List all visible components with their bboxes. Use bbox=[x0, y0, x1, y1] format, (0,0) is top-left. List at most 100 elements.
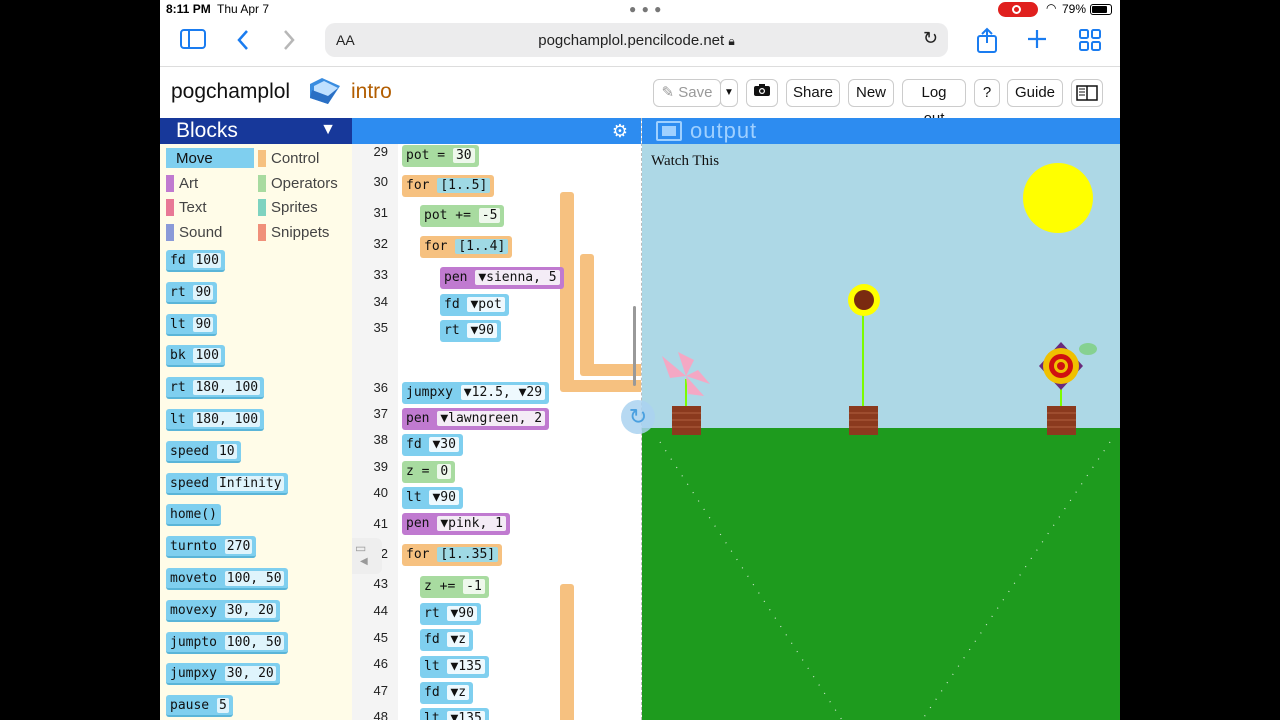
code-command: pot = bbox=[406, 148, 453, 163]
code-block-z[interactable]: z = 0 bbox=[402, 461, 456, 483]
code-block-pen[interactable]: pen ▼pink, 1 bbox=[402, 513, 510, 535]
dropdown-triangle-icon[interactable]: ▼ bbox=[320, 121, 336, 139]
code-block-fd[interactable]: fd ▼z bbox=[420, 682, 474, 704]
layout-toggle-button[interactable] bbox=[1071, 79, 1103, 107]
code-argument[interactable]: ▼90 bbox=[429, 490, 459, 505]
turtle-icon[interactable] bbox=[1079, 343, 1097, 355]
palette-block-home[interactable]: home() bbox=[166, 504, 221, 527]
new-tab-icon[interactable] bbox=[1027, 29, 1047, 53]
reload-icon[interactable]: ↻ bbox=[923, 28, 938, 49]
project-name[interactable]: intro bbox=[351, 80, 392, 104]
code-command: pen bbox=[406, 411, 438, 426]
code-argument[interactable]: ▼z bbox=[447, 632, 470, 647]
forward-icon[interactable] bbox=[282, 29, 296, 55]
code-argument[interactable]: ▼sienna, 5 bbox=[475, 270, 560, 285]
code-argument[interactable]: ▼135 bbox=[447, 711, 485, 720]
for-loop-footer bbox=[560, 380, 641, 392]
palette-block-pause[interactable]: pause 5 bbox=[166, 695, 233, 718]
screenshot-button[interactable] bbox=[746, 79, 778, 107]
code-block-for[interactable]: for [1..5] bbox=[402, 175, 495, 197]
palette-block-fd[interactable]: fd 100 bbox=[166, 250, 225, 272]
palette-block-rt[interactable]: rt 90 bbox=[166, 281, 218, 304]
code-block-pot[interactable]: pot += -5 bbox=[420, 205, 505, 227]
address-bar[interactable]: AA pogchamplol.pencilcode.net 🔒︎ ↻ bbox=[325, 23, 948, 57]
code-block-rt[interactable]: rt ▼90 bbox=[420, 603, 481, 625]
palette-toggle-tab[interactable]: ▭ ◀ bbox=[352, 538, 382, 574]
new-button[interactable]: New bbox=[848, 79, 894, 107]
code-argument[interactable]: ▼z bbox=[447, 685, 470, 700]
code-block-lt[interactable]: lt ▼135 bbox=[420, 656, 489, 678]
block-args: 100, 50 bbox=[224, 571, 284, 586]
code-argument[interactable]: ▼30 bbox=[429, 437, 459, 452]
code-argument[interactable]: 0 bbox=[437, 464, 452, 479]
battery-icon bbox=[1090, 4, 1112, 15]
block-command: jumpto bbox=[170, 634, 217, 650]
code-argument[interactable]: ▼pink, 1 bbox=[437, 516, 506, 531]
code-block-lt[interactable]: lt ▼90 bbox=[402, 487, 463, 509]
share-icon[interactable] bbox=[976, 27, 998, 57]
code-block-fd[interactable]: fd ▼z bbox=[420, 629, 474, 651]
screen-recording-icon[interactable] bbox=[998, 2, 1038, 17]
palette-block-rt[interactable]: rt 180, 100 bbox=[166, 377, 265, 400]
code-argument[interactable]: ▼lawngreen, 2 bbox=[437, 411, 546, 426]
category-label: Sprites bbox=[271, 199, 318, 216]
help-button[interactable]: ? bbox=[974, 79, 1000, 107]
palette-block-lt[interactable]: lt 90 bbox=[166, 313, 218, 336]
code-block-pen[interactable]: pen ▼sienna, 5 bbox=[440, 267, 564, 289]
code-argument[interactable]: [1..35] bbox=[437, 547, 499, 562]
blocks-header[interactable]: Blocks ▼ bbox=[160, 118, 352, 144]
palette-block-turnto[interactable]: turnto 270 bbox=[166, 536, 257, 559]
palette-block-moveto[interactable]: moveto 100, 50 bbox=[166, 568, 288, 590]
code-argument[interactable]: ▼12.5, ▼29 bbox=[460, 385, 546, 400]
turtle-canvas[interactable] bbox=[642, 144, 1120, 720]
code-argument[interactable]: [1..5] bbox=[437, 178, 491, 193]
palette-block-lt[interactable]: lt 180, 100 bbox=[166, 409, 265, 431]
code-block-fd[interactable]: fd ▼pot bbox=[440, 294, 509, 316]
back-icon[interactable] bbox=[236, 29, 250, 55]
save-button[interactable]: ✎ Save bbox=[653, 79, 721, 107]
code-block-pen[interactable]: pen ▼lawngreen, 2 bbox=[402, 408, 550, 430]
palette-block-jumpxy[interactable]: jumpxy 30, 20 bbox=[166, 663, 280, 686]
logout-button[interactable]: Log out bbox=[902, 79, 966, 127]
code-argument[interactable]: -5 bbox=[478, 208, 501, 223]
palette-block-speed[interactable]: speed Infinity bbox=[166, 472, 288, 495]
folder-icon[interactable] bbox=[308, 76, 340, 104]
username[interactable]: pogchamplol bbox=[171, 80, 290, 104]
code-argument[interactable]: -1 bbox=[463, 579, 485, 594]
code-argument[interactable]: 30 bbox=[452, 148, 475, 163]
share-button[interactable]: Share bbox=[786, 79, 840, 107]
multitask-dots-icon[interactable]: ● ● ● bbox=[629, 2, 662, 16]
palette-block-movexy[interactable]: movexy 30, 20 bbox=[166, 599, 280, 622]
save-dropdown-button[interactable]: ▼ bbox=[720, 79, 738, 107]
palette-block-bk[interactable]: bk 100 bbox=[166, 345, 225, 368]
code-block-pot[interactable]: pot = 30 bbox=[402, 145, 479, 167]
run-icon[interactable]: ↻ bbox=[621, 400, 655, 434]
url-text[interactable]: pogchamplol.pencilcode.net 🔒︎ bbox=[325, 32, 948, 49]
code-block-rt[interactable]: rt ▼90 bbox=[440, 320, 501, 342]
code-block-z[interactable]: z += -1 bbox=[420, 576, 489, 598]
code-argument[interactable]: ▼90 bbox=[447, 606, 477, 621]
screen-icon[interactable] bbox=[656, 121, 682, 141]
code-block-jumpxy[interactable]: jumpxy ▼12.5, ▼29 bbox=[402, 382, 550, 404]
tabs-grid-icon[interactable] bbox=[1079, 29, 1101, 55]
editor-scrollbar[interactable] bbox=[633, 306, 636, 386]
sidebar-icon[interactable] bbox=[180, 29, 206, 53]
code-block-lt[interactable]: lt ▼135 bbox=[420, 708, 489, 720]
category-move[interactable]: Move bbox=[166, 148, 254, 168]
block-args: 90 bbox=[193, 316, 214, 332]
line-number: 35 bbox=[373, 320, 388, 335]
code-argument[interactable]: ▼pot bbox=[467, 297, 505, 312]
palette-block-speed[interactable]: speed 10 bbox=[166, 440, 241, 463]
guide-button[interactable]: Guide bbox=[1007, 79, 1063, 107]
code-argument[interactable]: [1..4] bbox=[455, 239, 509, 254]
code-editor[interactable]: ⚙ 29303132333435363738394041424344454647… bbox=[352, 118, 641, 720]
palette-block-jumpto[interactable]: jumpto 100, 50 bbox=[166, 631, 288, 654]
gear-icon[interactable]: ⚙ bbox=[612, 121, 628, 142]
code-command: z = bbox=[406, 464, 438, 479]
code-argument[interactable]: ▼90 bbox=[467, 323, 497, 338]
code-argument[interactable]: ▼135 bbox=[447, 659, 485, 674]
code-block-fd[interactable]: fd ▼30 bbox=[402, 434, 463, 456]
code-block-for[interactable]: for [1..35] bbox=[402, 544, 503, 566]
category-swatch bbox=[258, 150, 266, 167]
code-block-for[interactable]: for [1..4] bbox=[420, 236, 513, 258]
